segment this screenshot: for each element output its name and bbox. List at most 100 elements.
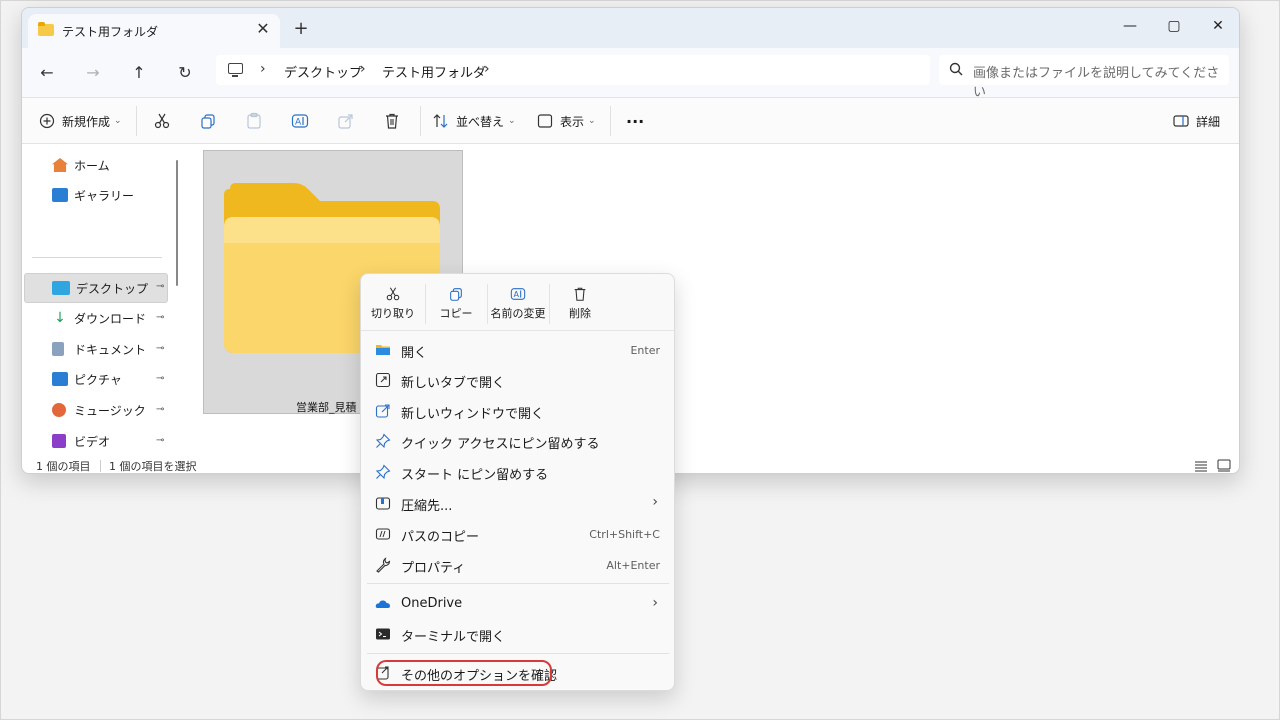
new-button[interactable]: 新規作成 ⌄ — [38, 110, 122, 132]
minimize-button[interactable]: — — [1110, 12, 1150, 40]
menu-item-label: スタート にピン留めする — [401, 468, 549, 483]
menu-item-compress[interactable]: 圧縮先... › — [361, 488, 674, 518]
context-menu: 切り取り コピー A 名前の変更 削除 開く Enter 新しいタブで開く 新し… — [360, 273, 675, 691]
sidebar-item-label: ホーム — [74, 158, 110, 173]
menu-item-open-new-window[interactable]: 新しいウィンドウで開く — [361, 396, 674, 426]
navigation-bar: ← → ↑ ↻ › デスクトップ › テスト用フォルダ › 画像またはファイルを… — [22, 48, 1239, 100]
large-icons-view-icon[interactable] — [1217, 459, 1231, 472]
maximize-button[interactable]: ▢ — [1154, 12, 1194, 40]
cut-icon[interactable] — [153, 112, 171, 130]
menu-item-label: OneDrive — [401, 596, 463, 611]
delete-icon[interactable] — [383, 112, 401, 130]
more-options-icon[interactable]: ··· — [626, 110, 644, 132]
chevron-down-icon: ⌄ — [588, 116, 596, 126]
menu-item-label: 圧縮先... — [401, 499, 453, 514]
menu-item-open[interactable]: 開く Enter — [361, 335, 674, 365]
pin-icon: ⊸ — [156, 373, 165, 384]
home-icon — [52, 158, 68, 172]
toolbar-divider — [420, 106, 421, 136]
details-view-icon[interactable] — [1194, 460, 1208, 472]
share-icon[interactable] — [337, 112, 355, 130]
address-bar[interactable]: › デスクトップ › テスト用フォルダ › — [216, 55, 930, 85]
search-placeholder: 画像またはファイルを説明してみてください — [973, 66, 1220, 100]
cut-label: 切り取り — [371, 307, 415, 320]
sidebar-item-videos[interactable]: ビデオ — [52, 428, 110, 454]
search-icon — [949, 62, 963, 76]
folder-icon — [38, 22, 54, 36]
sidebar-item-documents[interactable]: ドキュメント — [52, 336, 146, 362]
sidebar-item-desktop[interactable]: デスクトップ — [52, 275, 148, 301]
sidebar-item-music[interactable]: ミュージック — [52, 397, 146, 423]
sidebar-item-home[interactable]: ホーム — [52, 152, 110, 178]
desktop-icon — [52, 281, 70, 295]
delete-button[interactable]: 削除 — [550, 282, 610, 326]
breadcrumb-test-folder[interactable]: テスト用フォルダ — [382, 62, 486, 81]
chevron-right-icon: › — [652, 595, 658, 611]
sort-button[interactable]: 並べ替え ⌄ — [432, 110, 516, 132]
tab-title: テスト用フォルダ — [62, 25, 159, 39]
search-box[interactable]: 画像またはファイルを説明してみてください — [939, 55, 1229, 100]
rename-icon[interactable]: A — [291, 112, 309, 130]
copy-icon — [450, 288, 462, 301]
sidebar-item-label: ダウンロード — [74, 311, 147, 326]
details-pane-icon — [1173, 115, 1189, 127]
folder-icon — [376, 345, 390, 355]
close-button[interactable]: ✕ — [1198, 12, 1238, 40]
sidebar-item-label: デスクトップ — [76, 281, 149, 296]
view-icon — [537, 114, 553, 128]
copy-icon[interactable] — [199, 112, 217, 130]
navigation-pane: ホーム ギャラリー デスクトップ ⊸ ↓ ダウンロード ⊸ ドキュメント ⊸ ピ… — [22, 144, 187, 458]
tab-close-button[interactable]: ✕ — [252, 18, 274, 40]
status-selected-count: 1 個の項目を選択 — [109, 460, 197, 473]
command-bar: 新規作成 ⌄ A 並べ替え ⌄ 表示 ⌄ ··· 詳細 — [22, 98, 1239, 144]
sidebar-item-downloads[interactable]: ↓ ダウンロード — [52, 305, 146, 331]
menu-item-onedrive[interactable]: OneDrive › — [361, 589, 674, 619]
pin-icon — [375, 464, 391, 480]
menu-item-label: 新しいウィンドウで開く — [401, 407, 545, 422]
download-icon: ↓ — [54, 310, 66, 326]
up-button[interactable]: ↑ — [126, 60, 152, 86]
pin-icon: ⊸ — [156, 404, 165, 415]
rename-icon: A — [510, 288, 526, 300]
chevron-down-icon: ⌄ — [508, 116, 516, 126]
menu-item-shortcut: Ctrl+Shift+C — [589, 528, 660, 541]
menu-item-pin-start[interactable]: スタート にピン留めする — [361, 457, 674, 487]
status-item-count: 1 個の項目 — [36, 460, 91, 473]
forward-button[interactable]: → — [80, 60, 106, 86]
new-tab-button[interactable]: + — [290, 18, 312, 40]
paste-icon[interactable] — [245, 112, 263, 130]
menu-item-open-terminal[interactable]: ターミナルで開く — [361, 619, 674, 649]
title-bar: テスト用フォルダ ✕ + — ▢ ✕ — [22, 8, 1239, 48]
menu-item-label: 新しいタブで開く — [401, 376, 506, 391]
folder-name-label: 営業部_見積 — [296, 401, 357, 414]
menu-item-properties[interactable]: プロパティ Alt+Enter — [361, 550, 674, 580]
menu-item-open-new-tab[interactable]: 新しいタブで開く — [361, 365, 674, 395]
video-icon — [52, 434, 66, 448]
breadcrumb-desktop[interactable]: デスクトップ — [284, 62, 362, 81]
open-tab-icon — [375, 372, 391, 388]
sidebar-item-label: ミュージック — [74, 403, 146, 418]
cut-button[interactable]: 切り取り — [363, 282, 423, 326]
details-button[interactable]: 詳細 — [1172, 110, 1220, 132]
rename-button[interactable]: A 名前の変更 — [488, 282, 548, 326]
pin-icon: ⊸ — [156, 312, 165, 323]
sidebar-item-label: ビデオ — [74, 434, 111, 449]
back-button[interactable]: ← — [34, 60, 60, 86]
view-button[interactable]: 表示 ⌄ — [536, 110, 596, 132]
refresh-button[interactable]: ↻ — [172, 60, 198, 86]
open-window-icon — [375, 404, 390, 418]
copy-button[interactable]: コピー — [426, 282, 486, 326]
pin-icon: ⊸ — [156, 281, 165, 292]
tab-test-folder[interactable]: テスト用フォルダ ✕ — [28, 14, 280, 48]
copy-label: コピー — [439, 307, 473, 320]
sidebar-item-pictures[interactable]: ピクチャ — [52, 366, 122, 392]
sidebar-scrollbar[interactable] — [176, 160, 178, 286]
menu-divider — [367, 583, 669, 584]
view-label: 表示 — [560, 114, 585, 129]
music-icon — [52, 403, 66, 417]
menu-item-copy-path[interactable]: パスのコピー Ctrl+Shift+C — [361, 519, 674, 549]
sidebar-item-gallery[interactable]: ギャラリー — [52, 182, 134, 208]
menu-item-pin-quick-access[interactable]: クイック アクセスにピン留めする — [361, 426, 674, 456]
svg-text:A: A — [514, 290, 520, 299]
toolbar-divider — [136, 106, 137, 136]
